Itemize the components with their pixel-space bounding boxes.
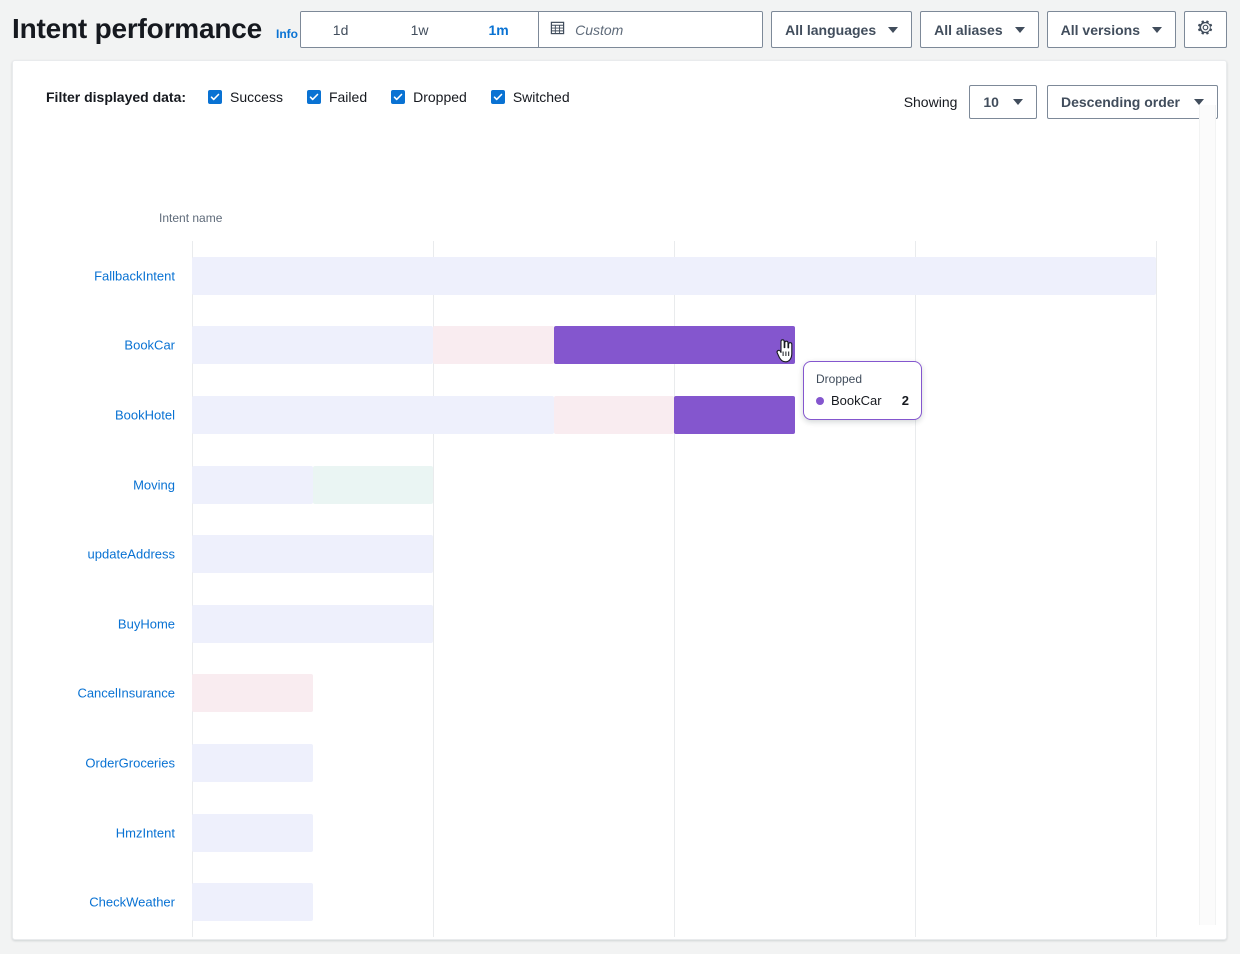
bar-segment[interactable] [192,883,313,921]
bar-segment[interactable] [192,257,1156,295]
vertical-scrollbar[interactable] [1199,105,1216,925]
languages-dropdown-label: All languages [785,22,876,38]
languages-dropdown[interactable]: All languages [771,11,912,48]
bar-segment[interactable] [192,326,433,364]
bar-segment[interactable] [192,466,313,504]
custom-range-placeholder: Custom [575,22,623,38]
bar-segment[interactable] [192,674,313,712]
custom-range-input[interactable]: Custom [538,12,762,47]
y-axis-category-label[interactable]: OrderGroceries [85,756,175,771]
plot-area: 02468 [192,241,1156,937]
chart-tooltip: Dropped BookCar 2 [803,361,922,420]
y-axis-category-label[interactable]: BookCar [124,338,175,353]
page-title: Intent performance [12,14,262,44]
aliases-dropdown[interactable]: All aliases [920,11,1039,48]
y-axis-category-label[interactable]: updateAddress [88,547,175,562]
page-header: Intent performance Info 1d 1w 1m [0,0,1240,58]
versions-dropdown-label: All versions [1061,22,1140,38]
bar-segment[interactable] [313,466,434,504]
y-axis-title: Intent name [159,211,222,225]
range-button-1w[interactable]: 1w [380,12,459,47]
aliases-dropdown-label: All aliases [934,22,1003,38]
bar-segment[interactable] [554,396,675,434]
info-link[interactable]: Info [276,27,298,41]
y-axis-category-label[interactable]: HmzIntent [116,825,175,840]
range-button-1m[interactable]: 1m [459,12,538,47]
intent-performance-chart: Intent name Count 02468 FallbackIntentBo… [13,61,1227,940]
intent-performance-card: Filter displayed data: Success Failed Dr… [12,60,1227,940]
gear-icon [1197,19,1214,41]
bar-segment[interactable] [192,535,433,573]
y-axis-category-label[interactable]: BookHotel [115,408,175,423]
y-axis-category-label[interactable]: FallbackIntent [94,268,175,283]
calendar-icon [550,20,565,40]
gridline [1156,241,1157,937]
chevron-down-icon [1015,27,1025,33]
bar-segment[interactable] [192,605,433,643]
chevron-down-icon [888,27,898,33]
date-range-segmented-control: 1d 1w 1m Custom [300,11,763,48]
y-axis-category-label[interactable]: CancelInsurance [77,686,175,701]
title-block: Intent performance Info [0,14,298,44]
tooltip-series-value: 2 [902,393,909,408]
bar-segment[interactable] [674,396,795,434]
tooltip-series-dot-icon [816,397,824,405]
chevron-down-icon [1152,27,1162,33]
versions-dropdown[interactable]: All versions [1047,11,1176,48]
y-axis-category-label[interactable]: BuyHome [118,616,175,631]
gridline [915,241,916,937]
bar-segment[interactable] [192,396,554,434]
bar-segment[interactable] [192,744,313,782]
y-axis-category-label[interactable]: CheckWeather [89,895,175,910]
range-button-1d[interactable]: 1d [301,12,380,47]
tooltip-series-name: BookCar [831,393,882,408]
bar-segment[interactable] [192,814,313,852]
bar-segment[interactable] [433,326,554,364]
tooltip-row: BookCar 2 [816,393,909,408]
bar-segment[interactable] [554,326,795,364]
y-axis-category-label[interactable]: Moving [133,477,175,492]
tooltip-title: Dropped [816,372,909,386]
settings-button[interactable] [1184,11,1227,48]
header-controls: 1d 1w 1m Custom All languages [300,11,1227,48]
